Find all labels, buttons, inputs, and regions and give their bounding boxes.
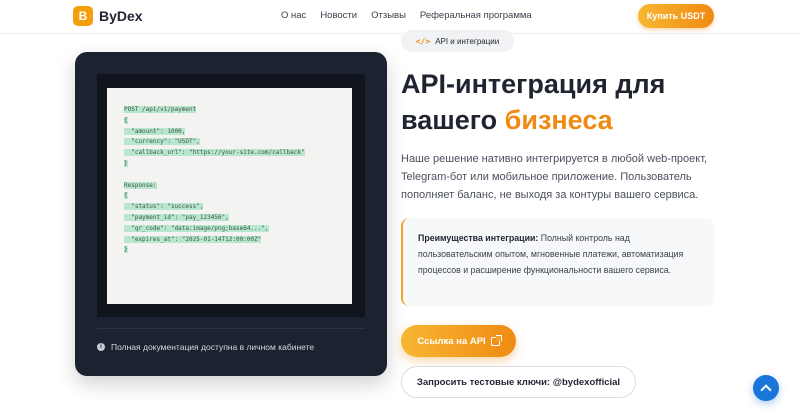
code-line: "expires_at": "2025-01-14T12:00:00Z" bbox=[124, 235, 262, 243]
section-description: Наше решение нативно интегрируется в люб… bbox=[401, 153, 708, 201]
code-line: Response: bbox=[124, 181, 157, 189]
nav-item-about[interactable]: О нас bbox=[281, 10, 306, 21]
title-accent: бизнеса bbox=[504, 105, 613, 135]
logo-text: ByDex bbox=[99, 8, 143, 24]
site-header: B ByDex О нас Новости Отзывы Реферальная… bbox=[0, 0, 800, 34]
nav-item-reviews[interactable]: Отзывы bbox=[371, 10, 406, 21]
main-nav: О нас Новости Отзывы Реферальная програм… bbox=[281, 10, 546, 21]
code-line: "amount": 1000, bbox=[124, 127, 186, 135]
request-test-keys-button[interactable]: Запросить тестовые ключи: @bydexofficial bbox=[401, 366, 636, 398]
code-line: { bbox=[124, 116, 128, 124]
section-tag-label: API и интеграции bbox=[435, 36, 500, 46]
code-line: "qr_code": "data:image/png;base64...", bbox=[124, 224, 269, 232]
api-link-label: Ссылка на API bbox=[417, 335, 486, 347]
api-link-button[interactable]: Ссылка на API bbox=[401, 325, 516, 357]
external-link-icon bbox=[490, 334, 502, 346]
scroll-to-top-button[interactable] bbox=[753, 375, 779, 401]
docs-note-text: Полная документация доступна в личном ка… bbox=[111, 342, 315, 352]
code-line: { bbox=[124, 192, 128, 200]
nav-item-news[interactable]: Новости bbox=[320, 10, 357, 21]
code-example-card: POST /api/v1/payment { "amount": 1000, "… bbox=[75, 52, 387, 376]
chevron-up-icon bbox=[760, 384, 772, 396]
nav-item-referral[interactable]: Реферальная программа bbox=[420, 10, 532, 21]
logo-icon: B bbox=[73, 6, 93, 26]
code-line: "status": "success", bbox=[124, 203, 204, 211]
info-icon: i bbox=[97, 343, 105, 351]
code-icon: </> bbox=[415, 36, 431, 46]
buy-usdt-button[interactable]: Купить USDT bbox=[638, 4, 714, 28]
code-line: } bbox=[124, 246, 128, 254]
code-line: "currency": "USDT", bbox=[124, 138, 200, 146]
page-title: API-интеграция для вашего бизнеса bbox=[401, 66, 741, 138]
code-block: POST /api/v1/payment { "amount": 1000, "… bbox=[107, 88, 352, 304]
benefits-label: Преимущества интеграции: bbox=[418, 233, 539, 243]
logo[interactable]: B ByDex bbox=[73, 5, 143, 27]
card-divider bbox=[97, 328, 365, 329]
code-line: } bbox=[124, 159, 128, 167]
docs-note: i Полная документация доступна в личном … bbox=[97, 342, 314, 352]
benefits-box: Преимущества интеграции: Полный контроль… bbox=[401, 218, 714, 306]
section-tag: </> API и интеграции bbox=[401, 30, 514, 52]
code-frame: POST /api/v1/payment { "amount": 1000, "… bbox=[97, 74, 365, 317]
code-line: "callback_url": "https://your-site.com/c… bbox=[124, 149, 305, 157]
code-line: POST /api/v1/payment bbox=[124, 106, 197, 113]
code-line: "payment_id": "pay_123456", bbox=[124, 213, 229, 221]
